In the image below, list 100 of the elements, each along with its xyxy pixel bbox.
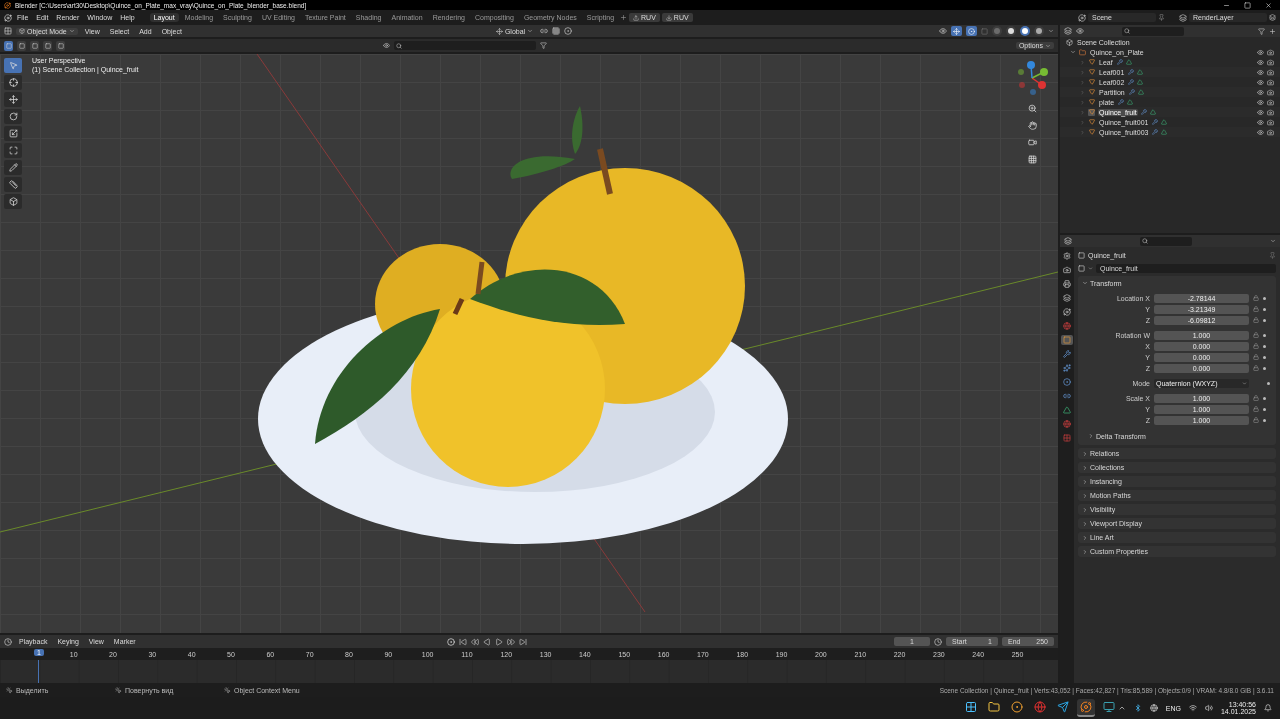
tool-button[interactable] xyxy=(4,143,22,158)
lock-icon xyxy=(1253,343,1259,349)
tool-button[interactable] xyxy=(4,75,22,90)
expand-toggle[interactable] xyxy=(1070,48,1076,56)
gizmo-icon xyxy=(953,27,960,35)
camera-icon xyxy=(1267,78,1274,86)
perspective-button[interactable] xyxy=(1025,152,1039,166)
scene-collection-icon xyxy=(1066,38,1073,46)
mouse-icon xyxy=(224,686,231,694)
properties-tab[interactable] xyxy=(1061,307,1073,317)
material-sphere-icon xyxy=(1063,420,1071,428)
chevron-right-icon xyxy=(1088,433,1094,439)
eye-icon xyxy=(1257,118,1264,126)
grid-icon xyxy=(1027,154,1037,164)
properties-tab[interactable] xyxy=(1061,321,1073,331)
properties-tab[interactable] xyxy=(1061,279,1073,289)
hand-icon xyxy=(1027,120,1037,130)
keyframe-dot-icon[interactable] xyxy=(1263,396,1266,400)
close-icon xyxy=(1265,1,1272,9)
lock-icon xyxy=(1253,317,1259,323)
xray-icon xyxy=(981,27,988,35)
camera-icon xyxy=(1063,266,1071,274)
select-mode-button[interactable] xyxy=(30,40,39,51)
properties-tab[interactable] xyxy=(1061,265,1073,275)
download-icon xyxy=(665,14,672,21)
camera-icon xyxy=(1027,137,1037,147)
properties-tab[interactable] xyxy=(1061,391,1073,401)
checker-icon xyxy=(1063,434,1071,442)
properties-tab[interactable] xyxy=(1061,335,1073,345)
select-mode-button[interactable] xyxy=(4,40,13,51)
rotate-icon xyxy=(8,112,18,121)
camera-icon xyxy=(1267,68,1274,76)
pan-button[interactable] xyxy=(1025,118,1039,132)
browser-icon xyxy=(1033,701,1046,713)
ring-icon xyxy=(1010,701,1023,713)
tool-button[interactable] xyxy=(4,92,22,107)
keyframe-dot-icon[interactable] xyxy=(1263,355,1266,359)
keyframe-dot-icon[interactable] xyxy=(1263,333,1266,337)
taskbar-app[interactable] xyxy=(1076,699,1095,717)
select-mode-button[interactable] xyxy=(43,40,52,51)
keyframe-dot-icon[interactable] xyxy=(1263,407,1266,411)
particles-icon xyxy=(1063,364,1071,372)
pencil-icon xyxy=(8,163,18,172)
keyframe-dot-icon[interactable] xyxy=(1263,418,1266,422)
scale-icon xyxy=(8,129,18,138)
shading-mode-button[interactable] xyxy=(1020,26,1030,36)
select-mode-button[interactable] xyxy=(17,40,26,51)
modifier-icon xyxy=(1128,89,1135,95)
pin-icon xyxy=(1269,251,1276,259)
folder-icon xyxy=(987,701,1000,713)
keyframe-dot-icon[interactable] xyxy=(1263,307,1266,311)
properties-search-field[interactable] xyxy=(1140,236,1192,246)
properties-tab[interactable] xyxy=(1061,405,1073,415)
select-mode-button[interactable] xyxy=(56,40,65,51)
properties-tab[interactable] xyxy=(1061,363,1073,373)
new-collection-icon xyxy=(1269,27,1276,35)
tool-button[interactable] xyxy=(4,194,22,209)
properties-tab[interactable] xyxy=(1061,419,1073,429)
lock-icon xyxy=(1253,417,1259,423)
gizmo-toggle[interactable] xyxy=(951,26,962,36)
move-icon xyxy=(8,95,18,104)
keyframe-dot-icon[interactable] xyxy=(1263,366,1266,370)
camera-icon xyxy=(1267,98,1274,106)
keyframe-dot-icon[interactable] xyxy=(1263,318,1266,322)
outliner-search-field[interactable] xyxy=(1122,26,1184,36)
keyframe-dot-icon[interactable] xyxy=(1263,344,1266,348)
play-reverse-icon xyxy=(482,637,491,646)
camera-icon xyxy=(1267,58,1274,66)
chevron-down-icon xyxy=(1048,28,1054,34)
globe-icon xyxy=(1063,322,1071,330)
tool-button[interactable] xyxy=(4,126,22,141)
blender-icon xyxy=(1079,701,1092,713)
keyframe-dot-icon[interactable] xyxy=(1267,381,1270,385)
modifier-icon xyxy=(1140,109,1147,115)
overlay-toggle[interactable] xyxy=(966,26,977,36)
modifier-icon xyxy=(1116,59,1123,65)
shading-mode-button[interactable] xyxy=(1034,26,1044,36)
properties-tab[interactable] xyxy=(1061,377,1073,387)
chevron-down-icon xyxy=(68,28,75,34)
lock-icon xyxy=(1253,365,1259,371)
eye-icon xyxy=(1257,108,1264,116)
camera-icon xyxy=(1267,108,1274,116)
cube-icon xyxy=(19,28,25,34)
filter-icon xyxy=(540,42,547,49)
keyframe-dot-icon[interactable] xyxy=(1263,296,1266,300)
modifier-icon xyxy=(1128,79,1135,85)
modifier-icon xyxy=(1152,119,1159,125)
modifier-icon xyxy=(1128,69,1135,75)
cube-icon xyxy=(8,197,18,206)
tool-button[interactable] xyxy=(4,177,22,192)
tool-button[interactable] xyxy=(4,109,22,124)
bluetooth-icon xyxy=(1133,704,1142,712)
tool-button[interactable] xyxy=(4,160,22,175)
properties-tab[interactable] xyxy=(1061,293,1073,303)
lock-icon xyxy=(1253,354,1259,360)
mouse-icon xyxy=(115,686,122,694)
lock-icon xyxy=(1253,332,1259,338)
search-field[interactable] xyxy=(394,41,536,50)
properties-tab[interactable] xyxy=(1061,349,1073,359)
shading-mode-button[interactable] xyxy=(1006,26,1016,36)
